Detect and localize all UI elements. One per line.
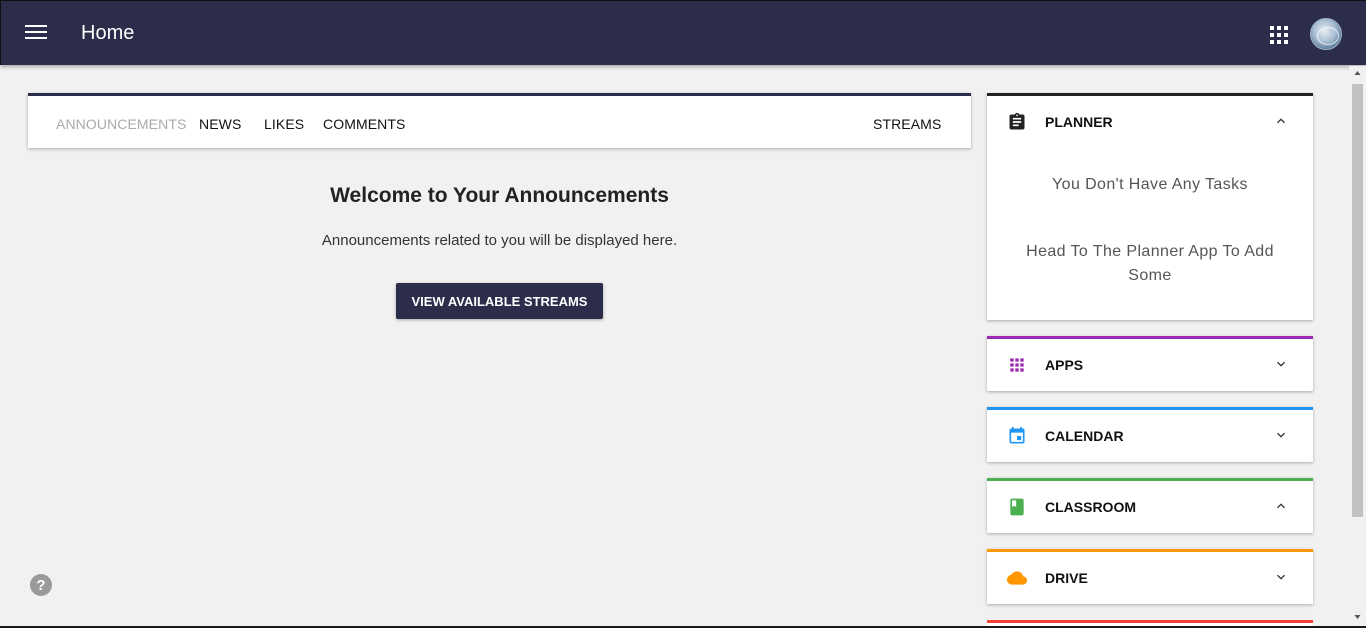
planner-empty-text: You Don't Have Any Tasks xyxy=(1052,176,1248,193)
calendar-header[interactable]: CALENDAR xyxy=(987,410,1313,462)
tab-comments[interactable]: COMMENTS xyxy=(323,116,405,132)
scroll-down-icon[interactable] xyxy=(1352,612,1363,622)
drive-title: DRIVE xyxy=(1045,570,1088,586)
apps-title: APPS xyxy=(1045,357,1084,373)
apps-header[interactable]: APPS xyxy=(987,339,1313,391)
chevron-up-icon[interactable] xyxy=(1273,498,1289,514)
planner-header[interactable]: PLANNER xyxy=(987,96,1313,148)
tab-news[interactable]: NEWS xyxy=(199,116,241,132)
chevron-up-icon[interactable] xyxy=(1273,113,1289,129)
calendar-widget: CALENDAR xyxy=(987,407,1313,462)
chevron-down-icon[interactable] xyxy=(1273,356,1289,372)
scrollbar-thumb[interactable] xyxy=(1352,84,1363,517)
apps-grid-icon xyxy=(1010,358,1024,372)
avatar[interactable] xyxy=(1310,18,1342,50)
feed-tabs-bar: ANNOUNCEMENTS NEWS LIKES COMMENTS STREAM… xyxy=(28,93,971,148)
chevron-down-icon[interactable] xyxy=(1273,427,1289,443)
announcements-title: Welcome to Your Announcements xyxy=(330,184,669,207)
help-icon[interactable]: ? xyxy=(30,574,52,596)
view-available-streams-button[interactable]: VIEW AVAILABLE STREAMS xyxy=(396,283,603,319)
classroom-header[interactable]: CLASSROOM xyxy=(987,481,1313,533)
tab-streams[interactable]: STREAMS xyxy=(873,116,941,132)
apps-grid-icon[interactable] xyxy=(1270,26,1288,44)
clipboard-icon xyxy=(1009,112,1025,130)
planner-title: PLANNER xyxy=(1045,114,1113,130)
classroom-widget: CLASSROOM xyxy=(987,478,1313,533)
drive-widget: DRIVE xyxy=(987,549,1313,604)
top-app-bar: Home xyxy=(0,0,1366,65)
drive-header[interactable]: DRIVE xyxy=(987,552,1313,604)
planner-widget: PLANNER You Don't Have Any Tasks Head To… xyxy=(987,93,1313,320)
tab-announcements[interactable]: ANNOUNCEMENTS xyxy=(56,116,186,132)
menu-icon[interactable] xyxy=(25,25,47,41)
tab-likes[interactable]: LIKES xyxy=(264,116,304,132)
chevron-down-icon[interactable] xyxy=(1273,569,1289,585)
calendar-title: CALENDAR xyxy=(1045,428,1124,444)
apps-widget: APPS xyxy=(987,336,1313,391)
announcements-subtitle: Announcements related to you will be dis… xyxy=(321,232,678,249)
classroom-book-icon xyxy=(1010,498,1024,516)
scroll-up-icon[interactable] xyxy=(1352,68,1363,78)
calendar-icon xyxy=(1009,426,1025,444)
classroom-title: CLASSROOM xyxy=(1045,499,1136,515)
page-title: Home xyxy=(81,22,135,44)
cloud-icon xyxy=(1007,571,1027,585)
planner-hint-text: Head To The Planner App To Add Some xyxy=(1026,243,1274,284)
